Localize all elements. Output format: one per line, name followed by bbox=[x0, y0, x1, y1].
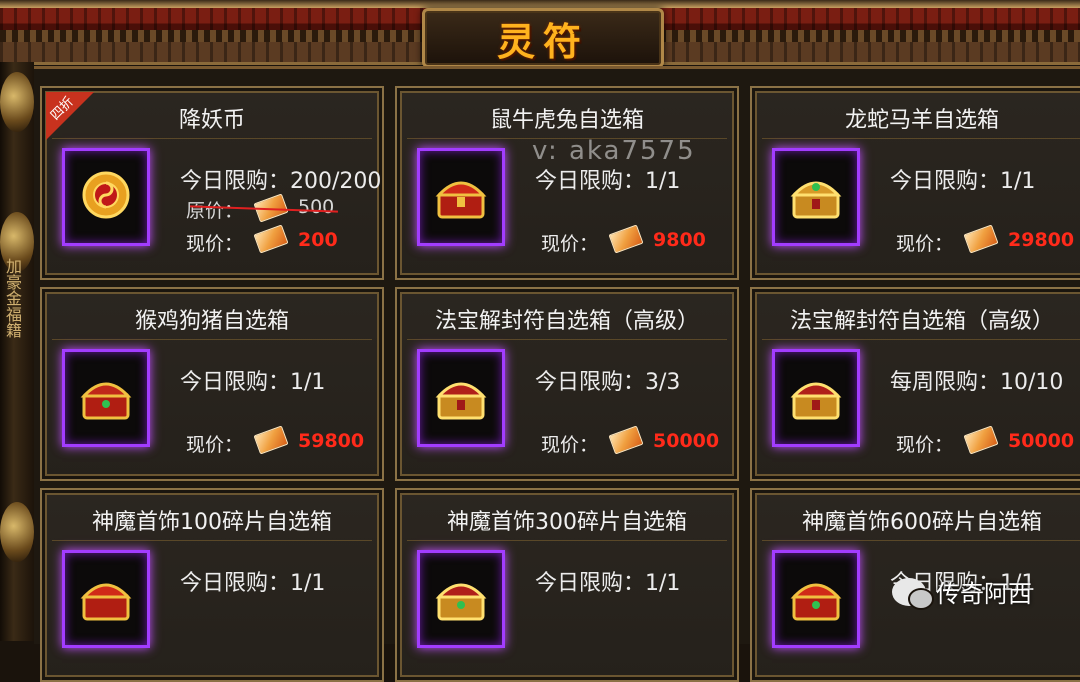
purchase-limit: 每周限购：10/10 bbox=[890, 370, 1064, 395]
current-price: 29800 bbox=[1008, 229, 1075, 251]
watermark-author: 传奇阿西 bbox=[936, 580, 1032, 608]
dragon-ornament-icon bbox=[0, 502, 34, 562]
chest-icon bbox=[435, 181, 487, 219]
wechat-icon bbox=[892, 577, 934, 610]
wechat-watermark: 传奇阿西 bbox=[892, 574, 1032, 610]
title-plaque: 灵符 bbox=[422, 8, 664, 68]
item-name: 龙蛇马羊自选箱 bbox=[762, 98, 1080, 139]
item-name: 法宝解封符自选箱（高级） bbox=[762, 299, 1080, 340]
item-slot[interactable] bbox=[772, 148, 860, 246]
shop-card-jewelry-100[interactable]: 神魔首饰100碎片自选箱 今日限购：1/1 bbox=[40, 488, 384, 682]
ticket-icon bbox=[608, 224, 644, 254]
item-name: 降妖币 bbox=[52, 98, 372, 139]
chest-icon bbox=[790, 382, 842, 420]
shop-card-treasure-unseal-2[interactable]: 法宝解封符自选箱（高级） 每周限购：10/10 现价： 50000 bbox=[750, 287, 1080, 481]
item-name: 鼠牛虎兔自选箱 bbox=[407, 98, 727, 139]
item-slot[interactable] bbox=[62, 349, 150, 447]
side-scroll-text: 加豪金福籍 bbox=[3, 258, 22, 338]
ticket-icon bbox=[963, 224, 999, 254]
ticket-icon bbox=[608, 425, 644, 455]
item-name: 神魔首饰300碎片自选箱 bbox=[407, 500, 727, 541]
shop-card-monkey-rooster-dog-pig[interactable]: 猴鸡狗猪自选箱 今日限购：1/1 现价： 59800 bbox=[40, 287, 384, 481]
chest-icon bbox=[435, 382, 487, 420]
item-slot[interactable] bbox=[772, 550, 860, 648]
watermark-text: v: aka7575 bbox=[532, 136, 696, 166]
item-name: 神魔首饰100碎片自选箱 bbox=[52, 500, 372, 541]
current-price: 50000 bbox=[1008, 430, 1075, 452]
dragon-ornament-icon bbox=[0, 72, 34, 132]
chest-icon bbox=[790, 181, 842, 219]
shop-card-treasure-unseal-1[interactable]: 法宝解封符自选箱（高级） 今日限购：3/3 现价： 50000 bbox=[395, 287, 739, 481]
ticket-icon bbox=[253, 224, 289, 254]
chest-icon bbox=[790, 583, 842, 621]
coin-icon bbox=[82, 171, 130, 219]
item-name: 神魔首饰600碎片自选箱 bbox=[762, 500, 1080, 541]
purchase-limit: 今日限购：1/1 bbox=[180, 370, 326, 395]
original-price-label: 原价： bbox=[186, 200, 244, 222]
current-price: 50000 bbox=[653, 430, 720, 452]
purchase-limit: 今日限购：1/1 bbox=[890, 169, 1036, 194]
shop-card-dragon-snake-horse-goat[interactable]: 龙蛇马羊自选箱 今日限购：1/1 现价： 29800 bbox=[750, 86, 1080, 280]
left-decoration bbox=[0, 62, 34, 641]
purchase-limit: 今日限购：3/3 bbox=[535, 370, 681, 395]
roof-ridge bbox=[0, 0, 1080, 8]
item-slot[interactable] bbox=[417, 148, 505, 246]
item-slot[interactable] bbox=[62, 550, 150, 648]
current-price-label: 现价： bbox=[541, 233, 599, 255]
purchase-limit: 今日限购：1/1 bbox=[535, 571, 681, 596]
chest-icon bbox=[435, 583, 487, 621]
current-price: 200 bbox=[298, 229, 338, 251]
current-price-label: 现价： bbox=[896, 434, 954, 456]
item-slot[interactable] bbox=[62, 148, 150, 246]
item-slot[interactable] bbox=[417, 349, 505, 447]
chest-icon bbox=[80, 583, 132, 621]
purchase-limit: 今日限购：1/1 bbox=[535, 169, 681, 194]
item-name: 猴鸡狗猪自选箱 bbox=[52, 299, 372, 340]
current-price-label: 现价： bbox=[541, 434, 599, 456]
original-price: 500 bbox=[298, 196, 335, 218]
ticket-icon bbox=[253, 425, 289, 455]
current-price: 59800 bbox=[298, 430, 365, 452]
purchase-limit: 今日限购：200/200 bbox=[180, 169, 382, 194]
item-slot[interactable] bbox=[772, 349, 860, 447]
current-price-label: 现价： bbox=[186, 434, 244, 456]
purchase-limit: 今日限购：1/1 bbox=[180, 571, 326, 596]
shop-card-demon-coin[interactable]: 四折 降妖币 今日限购：200/200 原价： 500 现价： 200 bbox=[40, 86, 384, 280]
chest-icon bbox=[80, 382, 132, 420]
shop-card-rat-ox-tiger-rabbit[interactable]: 鼠牛虎兔自选箱 今日限购：1/1 现价： 9800 bbox=[395, 86, 739, 280]
page-title: 灵符 bbox=[496, 19, 589, 64]
shop-card-jewelry-300[interactable]: 神魔首饰300碎片自选箱 今日限购：1/1 bbox=[395, 488, 739, 682]
current-price-label: 现价： bbox=[186, 233, 244, 255]
item-slot[interactable] bbox=[417, 550, 505, 648]
current-price: 9800 bbox=[653, 229, 706, 251]
current-price-label: 现价： bbox=[896, 233, 954, 255]
ticket-icon bbox=[963, 425, 999, 455]
item-name: 法宝解封符自选箱（高级） bbox=[407, 299, 727, 340]
